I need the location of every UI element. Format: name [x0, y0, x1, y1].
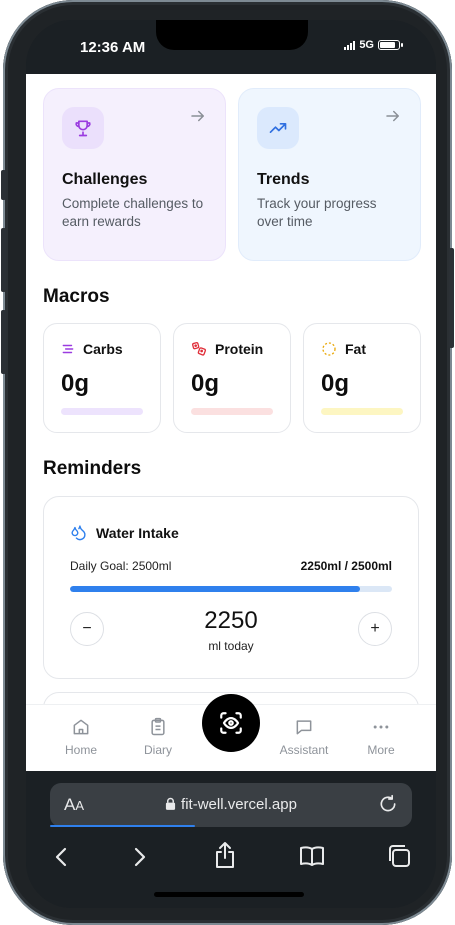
nav-assistant-label: Assistant: [279, 743, 329, 757]
battery-icon: [378, 40, 403, 50]
signal-icon: [344, 40, 356, 50]
water-unit: ml today: [208, 639, 254, 653]
nav-diary[interactable]: Diary: [123, 717, 193, 757]
power-button: [449, 248, 454, 348]
home-icon: [73, 719, 89, 735]
screen: 12:36 AM 5G Challenges Complete challeng…: [26, 20, 436, 908]
share-icon[interactable]: [213, 841, 237, 869]
home-indicator: [154, 892, 304, 897]
app-content: Challenges Complete challenges to earn r…: [26, 74, 436, 771]
water-intake-label: Water Intake: [96, 524, 179, 541]
scan-eye-icon: [220, 712, 242, 734]
url-display[interactable]: fit-well.vercel.app: [50, 796, 412, 813]
bookmarks-icon[interactable]: [298, 844, 326, 868]
arrow-right-icon: [191, 110, 204, 122]
macro-card-carbs: Carbs 0g: [43, 323, 161, 433]
water-progress-bar: [70, 586, 392, 592]
macro-label-protein: Protein: [215, 341, 264, 357]
trending-up-icon: [257, 107, 299, 149]
macro-card-protein: Protein 0g: [173, 323, 291, 433]
trophy-icon: [62, 107, 104, 149]
macro-bar-carbs: [61, 408, 143, 415]
macro-label-carbs: Carbs: [83, 341, 123, 357]
clipboard-icon: [151, 717, 165, 736]
macro-card-fat: Fat 0g: [303, 323, 421, 433]
mute-switch: [1, 170, 6, 200]
back-icon[interactable]: [52, 845, 72, 869]
lock-icon: [165, 797, 176, 810]
phone-frame: 12:36 AM 5G Challenges Complete challeng…: [1, 0, 454, 925]
water-daily-goal: Daily Goal: 2500ml: [70, 559, 172, 573]
macro-bar-fat: [321, 408, 403, 415]
status-bar: 12:36 AM 5G: [26, 20, 436, 74]
reload-icon[interactable]: [378, 794, 398, 814]
trends-title: Trends: [257, 171, 310, 188]
challenges-title: Challenges: [62, 171, 148, 188]
reminders-heading: Reminders: [43, 458, 142, 479]
status-time: 12:36 AM: [80, 39, 146, 56]
trends-card[interactable]: Trends Track your progress over time: [238, 88, 421, 261]
nav-more-label: More: [367, 743, 395, 757]
water-progress-fill: [70, 586, 360, 592]
nav-home-label: Home: [64, 743, 97, 757]
water-intake-card: Water Intake Daily Goal: 2500ml 2250ml /…: [43, 496, 419, 679]
address-bar[interactable]: AA fit-well.vercel.app: [50, 783, 412, 827]
macro-value-protein: 0g: [191, 370, 220, 397]
volume-down-button: [1, 310, 6, 374]
carbs-icon: [62, 344, 74, 354]
increase-water-button[interactable]: +: [358, 612, 392, 646]
arrow-right-icon: [386, 110, 399, 122]
notch: [156, 20, 308, 50]
challenges-description: Complete challenges to earn rewards: [62, 196, 204, 229]
fat-icon: [322, 342, 336, 356]
macro-value-fat: 0g: [321, 370, 350, 397]
forward-icon[interactable]: [129, 845, 149, 869]
droplets-icon: [71, 525, 86, 541]
water-amount: 2250ml / 2500ml: [300, 559, 392, 573]
url-text: fit-well.vercel.app: [181, 796, 297, 813]
message-square-icon: [296, 720, 312, 735]
macro-bar-protein: [191, 408, 273, 415]
volume-up-button: [1, 228, 6, 292]
browser-toolbar: AA fit-well.vercel.app: [26, 771, 436, 908]
scan-button[interactable]: [202, 694, 260, 752]
nav-more[interactable]: More: [346, 717, 416, 757]
trends-description: Track your progress over time: [257, 196, 377, 229]
macro-value-carbs: 0g: [61, 370, 90, 397]
nav-home[interactable]: Home: [46, 717, 116, 757]
more-horizontal-icon: [373, 725, 389, 729]
status-indicators: 5G: [344, 39, 403, 51]
page-load-indicator: [50, 825, 195, 827]
challenges-card[interactable]: Challenges Complete challenges to earn r…: [43, 88, 226, 261]
protein-icon: [192, 342, 207, 356]
macros-heading: Macros: [43, 286, 110, 307]
network-label: 5G: [359, 39, 374, 51]
nav-diary-label: Diary: [143, 743, 172, 757]
macro-label-fat: Fat: [345, 341, 366, 357]
tabs-icon[interactable]: [386, 843, 412, 869]
nav-assistant[interactable]: Assistant: [269, 717, 339, 757]
